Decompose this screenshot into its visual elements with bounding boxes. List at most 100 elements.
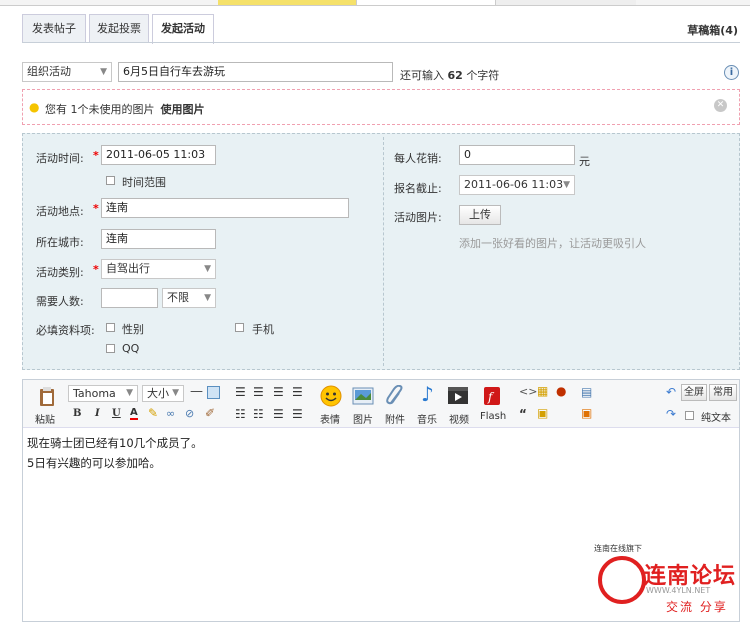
info-icon[interactable]: i [724,65,739,80]
align-right-icon[interactable]: ☰ [273,385,284,399]
emoji-button[interactable]: 表情 [320,411,340,426]
paste-button[interactable]: 粘贴 [35,411,55,426]
drafts-link[interactable]: 草稿箱(4) [687,22,738,38]
editor-content[interactable]: 现在骑士团已经有10几个成员了。 5日有兴趣的可以参加哈。 [27,433,203,473]
gender-checkbox[interactable] [106,323,115,332]
italic-icon[interactable]: I [95,408,100,419]
city-input[interactable]: 连南 [101,229,216,249]
unordered-list-icon[interactable]: ☰ [292,407,303,421]
image-button[interactable]: 图片 [353,411,373,426]
category-label: 活动类别: [36,266,84,279]
place-label: 活动地点: [36,205,84,218]
people-input[interactable] [101,288,158,308]
use-image-link[interactable]: 使用图片 [161,103,205,116]
deadline-select[interactable]: 2011-06-06 11:03 ▼ [459,175,575,195]
time-label: 活动时间: [36,152,84,165]
undo-icon[interactable]: ↶ [666,385,676,399]
hint-suffix: 个字符 [466,69,500,82]
category-value: 自驾出行 [106,262,150,275]
required-mark: * [93,149,99,162]
title-input[interactable]: 6月5日自行车去游玩 [118,62,393,82]
align-justify-icon[interactable]: ☰ [292,385,303,399]
font-color-icon[interactable]: A [130,407,138,420]
post-type-value: 组织活动 [27,65,71,78]
flash-icon[interactable]: f [483,386,503,406]
panel-divider [383,137,384,366]
link-icon[interactable]: ∞ [166,407,175,420]
post-type-select[interactable]: 组织活动 ▼ [22,62,112,82]
phone-checkbox[interactable] [235,323,244,332]
qq-label: QQ [122,342,140,355]
upload-button[interactable]: 上传 [459,205,501,225]
video-icon[interactable] [447,386,468,406]
outdent-icon[interactable]: ☷ [253,407,264,421]
required-mark: * [93,263,99,276]
attachment-button[interactable]: 附件 [385,411,405,426]
background-color-icon[interactable] [207,386,220,399]
chevron-down-icon: ▼ [204,264,211,274]
required-fields-label: 必填资料项: [36,324,95,337]
emoji-icon[interactable] [320,385,342,407]
qq-icon[interactable]: ● [556,384,566,398]
redo-icon[interactable]: ↷ [666,407,676,421]
box-icon[interactable]: ▣ [581,406,592,420]
char-counter: 还可输入 62 个字符 [400,67,499,83]
paste-icon[interactable] [37,386,57,406]
notice-message: 您有 1个未使用的图片 [45,103,155,116]
image-icon[interactable] [352,386,374,406]
fullscreen-button[interactable]: 全屏 [681,384,707,401]
align-center-icon[interactable]: ☰ [253,385,264,399]
highlight-icon[interactable]: ✎ [148,406,158,420]
quote-icon[interactable]: “ [519,407,527,421]
align-left-icon[interactable]: ☰ [235,385,246,399]
unlink-icon[interactable]: ⊘ [185,407,194,420]
attachment-icon[interactable] [385,384,405,405]
watermark-url: WWW.4YLN.NET [646,586,711,595]
music-button[interactable]: 音乐 [417,411,437,426]
indent-icon[interactable]: ☷ [235,407,246,421]
bold-icon[interactable]: B [73,408,81,419]
image-label: 活动图片: [394,211,442,224]
code-icon[interactable]: <> [519,385,537,398]
common-button[interactable]: 常用 [709,384,737,401]
clear-format-icon[interactable]: ✐ [205,406,215,420]
category-select[interactable]: 自驾出行 ▼ [101,259,216,279]
start-time-input[interactable]: 2011-06-05 11:03 [101,145,216,165]
editor-toolbar: 粘贴 Tahoma ▼ 大小 ▼ — B I U A ✎ ∞ ⊘ ✐ ☰ ☰ ☰… [23,380,739,428]
music-icon[interactable]: ♪ [421,382,434,406]
people-limit-select[interactable]: 不限 ▼ [162,288,216,308]
watermark-top: 连南在线旗下 [594,544,642,553]
deadline-value: 2011-06-06 11:03 [464,178,564,191]
tab-activity[interactable]: 发起活动 [152,14,214,44]
qq-checkbox[interactable] [106,344,115,353]
size-select[interactable]: 大小 ▼ [142,385,184,402]
hide-icon[interactable]: ▦ [537,384,548,398]
gender-label: 性别 [122,323,144,336]
top-tab [496,0,636,5]
lightbulb-icon: ● [29,100,40,114]
flash-button[interactable]: Flash [480,411,506,422]
hint-prefix: 还可输入 [400,69,444,82]
cost-unit: 元 [579,155,590,168]
chevron-down-icon: ▼ [563,180,570,190]
phone-label: 手机 [252,323,274,336]
horizontal-rule-icon[interactable]: — [190,384,203,399]
lock-icon[interactable]: ▣ [537,406,548,420]
close-icon[interactable]: ✕ [714,99,727,112]
underline-icon[interactable]: U [112,408,121,419]
size-value: 大小 [147,387,169,400]
plaintext-checkbox[interactable] [685,411,694,420]
plaintext-label: 纯文本 [701,413,731,424]
ordered-list-icon[interactable]: ☰ [273,407,284,421]
browser-topbar [0,0,750,6]
place-input[interactable]: 连南 [101,198,349,218]
page-icon[interactable]: ▤ [581,385,592,399]
watermark-slogan: 交流 分享 [666,600,728,614]
time-range-checkbox[interactable] [106,176,115,185]
font-select[interactable]: Tahoma ▼ [68,385,138,402]
cost-input[interactable]: 0 [459,145,575,165]
video-button[interactable]: 视频 [449,411,469,426]
time-range-label: 时间范围 [122,176,166,189]
tab-poll[interactable]: 发起投票 [89,14,149,43]
tab-post[interactable]: 发表帖子 [22,14,86,43]
